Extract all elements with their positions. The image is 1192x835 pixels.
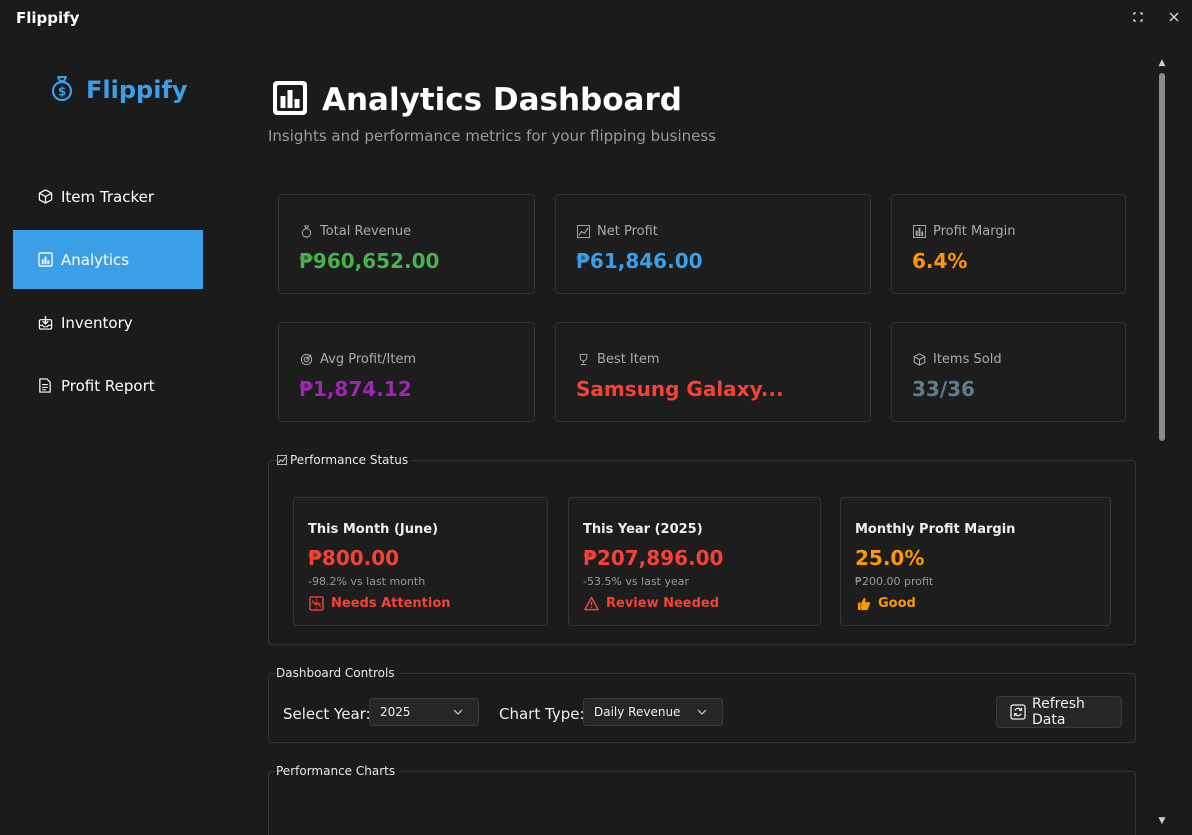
- sidebar-item-label: Profit Report: [61, 376, 155, 395]
- performance-charts-group: Performance Charts: [268, 764, 1136, 835]
- metric-label: Best Item: [597, 352, 660, 367]
- scroll-down-icon[interactable]: ▼: [1157, 816, 1167, 826]
- chart-type-label: Chart Type:: [499, 705, 585, 723]
- status-badge: Review Needed: [583, 595, 719, 611]
- inbox-icon: [37, 315, 53, 331]
- chart-type-select[interactable]: Daily Revenue: [583, 698, 723, 726]
- metric-label: Net Profit: [597, 224, 658, 239]
- perf-value: ₱800.00: [308, 546, 400, 570]
- bar-chart-icon: [912, 225, 926, 239]
- sidebar-item-inventory[interactable]: Inventory: [13, 293, 203, 352]
- metric-label: Avg Profit/Item: [320, 352, 417, 367]
- group-label: Dashboard Controls: [276, 666, 399, 680]
- performance-status-group: Performance Status This Month (June) ₱80…: [268, 453, 1136, 645]
- window-title: Flippify: [16, 9, 80, 27]
- status-badge: Good: [855, 595, 916, 611]
- metric-value: ₱1,874.12: [299, 377, 412, 401]
- page-title: Analytics Dashboard: [322, 82, 682, 118]
- sidebar-item-item-tracker[interactable]: Item Tracker: [13, 167, 203, 226]
- sidebar: $ Flippify Item Tracker Analytics Invent…: [0, 36, 220, 835]
- perf-title: This Month (June): [308, 522, 439, 537]
- perf-title: This Year (2025): [583, 522, 703, 537]
- metric-value: Samsung Galaxy...: [576, 377, 784, 401]
- metric-card-profit-margin: Profit Margin 6.4%: [891, 194, 1126, 294]
- dashboard-controls-group: Dashboard Controls Select Year: 2025 Cha…: [268, 666, 1136, 743]
- brand-logo: $ Flippify: [48, 74, 188, 106]
- group-label: Performance Status: [290, 453, 409, 467]
- chart-decreasing-icon: [308, 595, 324, 611]
- status-text: Needs Attention: [331, 595, 451, 611]
- refresh-icon: [1010, 704, 1026, 720]
- package-icon: [37, 189, 53, 205]
- main-content: Analytics Dashboard Insights and perform…: [220, 36, 1156, 835]
- metric-card-items-sold: Items Sold 33/36: [891, 322, 1126, 422]
- target-icon: [299, 353, 313, 367]
- vertical-scrollbar[interactable]: ▲ ▼: [1155, 56, 1169, 828]
- chevron-down-icon: [452, 706, 464, 718]
- perf-title: Monthly Profit Margin: [855, 522, 1016, 537]
- metric-value: 33/36: [912, 377, 975, 401]
- chart-increasing-icon: [576, 225, 590, 239]
- status-text: Review Needed: [606, 595, 720, 611]
- perf-change: ₱200.00 profit: [855, 575, 934, 588]
- perf-card-this-year: This Year (2025) ₱207,896.00 -53.5% vs l…: [568, 497, 821, 626]
- perf-value: ₱207,896.00: [583, 546, 724, 570]
- sidebar-item-analytics[interactable]: Analytics: [13, 230, 203, 289]
- metric-value: 6.4%: [912, 249, 968, 273]
- document-icon: [37, 378, 53, 394]
- status-badge: Needs Attention: [308, 595, 451, 611]
- close-icon[interactable]: [1164, 8, 1184, 28]
- svg-text:$: $: [58, 85, 66, 99]
- metric-value: ₱61,846.00: [576, 249, 703, 273]
- bar-chart-icon: [272, 80, 308, 120]
- trophy-icon: [576, 353, 590, 367]
- chart-type-select-value: Daily Revenue: [594, 705, 681, 719]
- year-select[interactable]: 2025: [369, 698, 479, 726]
- metric-label: Items Sold: [933, 352, 1002, 367]
- sidebar-item-label: Item Tracker: [61, 187, 155, 206]
- refresh-data-button[interactable]: Refresh Data: [996, 696, 1122, 728]
- perf-card-this-month: This Month (June) ₱800.00 -98.2% vs last…: [293, 497, 548, 626]
- sidebar-item-label: Inventory: [61, 313, 133, 332]
- page-subtitle: Insights and performance metrics for you…: [268, 127, 717, 145]
- brand-name: Flippify: [86, 76, 188, 104]
- perf-change: -98.2% vs last month: [308, 575, 426, 588]
- chevron-down-icon: [696, 706, 708, 718]
- metric-card-net-profit: Net Profit ₱61,846.00: [555, 194, 871, 294]
- money-bag-icon: $: [48, 74, 76, 106]
- perf-card-monthly-margin: Monthly Profit Margin 25.0% ₱200.00 prof…: [840, 497, 1111, 626]
- bar-chart-icon: [37, 252, 53, 268]
- metric-card-best-item: Best Item Samsung Galaxy...: [555, 322, 871, 422]
- year-label: Select Year:: [283, 705, 371, 723]
- year-select-value: 2025: [380, 705, 411, 719]
- scroll-up-icon[interactable]: ▲: [1157, 58, 1167, 68]
- metric-label: Total Revenue: [320, 224, 412, 239]
- status-text: Good: [878, 595, 916, 611]
- metric-label: Profit Margin: [933, 224, 1016, 239]
- package-icon: [912, 353, 926, 367]
- warning-icon: [583, 595, 599, 611]
- thumbs-up-icon: [855, 595, 871, 611]
- money-bag-icon: [299, 225, 313, 239]
- sidebar-item-label: Analytics: [61, 250, 130, 269]
- perf-change: -53.5% vs last year: [583, 575, 690, 588]
- title-bar: Flippify: [0, 0, 1192, 36]
- sidebar-item-profit-report[interactable]: Profit Report: [13, 356, 203, 415]
- maximize-icon[interactable]: [1128, 8, 1148, 28]
- perf-value: 25.0%: [855, 546, 925, 570]
- refresh-label: Refresh Data: [1032, 696, 1085, 728]
- metric-card-avg-profit: Avg Profit/Item ₱1,874.12: [278, 322, 535, 422]
- scroll-thumb[interactable]: [1159, 73, 1165, 441]
- page-header: Analytics Dashboard: [272, 80, 682, 120]
- metric-card-total-revenue: Total Revenue ₱960,652.00: [278, 194, 535, 294]
- chart-increasing-icon: [277, 455, 287, 465]
- metric-value: ₱960,652.00: [299, 249, 440, 273]
- group-label: Performance Charts: [276, 764, 400, 778]
